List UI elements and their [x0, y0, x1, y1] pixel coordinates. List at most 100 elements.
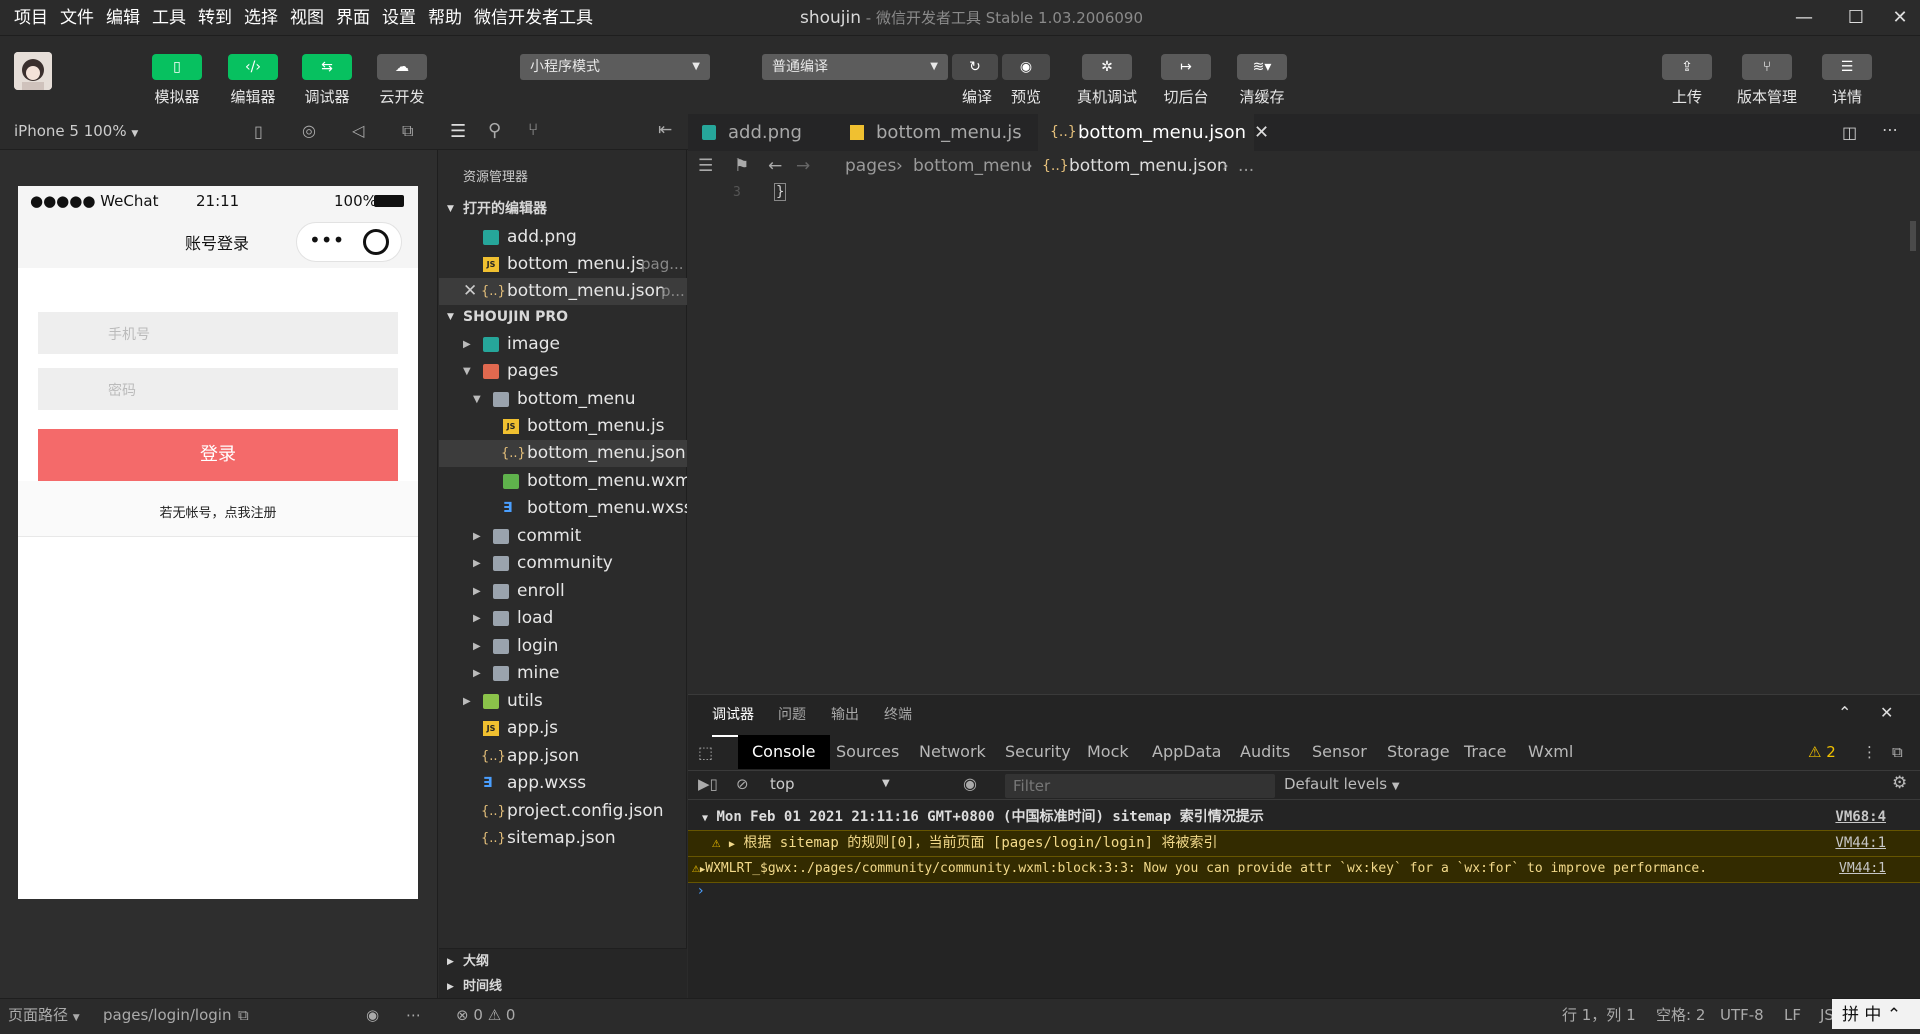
menu-view[interactable]: 视图: [284, 0, 330, 36]
console-warning-row[interactable]: ⚠▶WXMLRT_$gwx:./pages/community/communit…: [688, 856, 1920, 883]
more-vertical-icon[interactable]: ⋮: [1862, 743, 1877, 761]
split-editor-icon[interactable]: ◫: [1842, 123, 1857, 142]
tab-network[interactable]: Network: [905, 735, 1000, 769]
tab-appdata[interactable]: AppData: [1138, 735, 1235, 769]
search-icon[interactable]: ⚲: [488, 120, 501, 141]
capsule-menu[interactable]: •••: [296, 222, 402, 262]
folder-image[interactable]: ▶ image: [439, 331, 687, 358]
eye-icon[interactable]: ◉: [963, 774, 977, 793]
eye-icon[interactable]: ◉: [366, 999, 379, 1031]
close-icon[interactable]: ✕: [463, 278, 477, 305]
tab-output[interactable]: 输出: [831, 695, 859, 735]
version-button[interactable]: ⑂: [1742, 54, 1792, 80]
menu-wechat-devtools[interactable]: 微信开发者工具: [468, 0, 599, 36]
folder-login[interactable]: ▶ login: [439, 633, 687, 660]
tab-terminal[interactable]: 终端: [884, 695, 912, 735]
breadcrumb-item[interactable]: ...: [1238, 151, 1254, 181]
log-source-link[interactable]: VM44:1: [1839, 857, 1886, 881]
minimize-button[interactable]: —: [1782, 0, 1826, 36]
error-count[interactable]: ⊗ 0 ⚠ 0: [456, 999, 515, 1031]
tab-console[interactable]: Console: [738, 735, 830, 769]
debugger-button[interactable]: ⇆: [302, 54, 352, 80]
undock-icon[interactable]: ⧉: [1892, 743, 1903, 761]
copy-icon[interactable]: ⧉: [238, 999, 249, 1031]
folder-load[interactable]: ▶ load: [439, 605, 687, 632]
more-actions-icon[interactable]: ⋯: [406, 999, 421, 1031]
file-bottom-menu-wxml[interactable]: bottom_menu.wxml: [439, 468, 687, 495]
upload-button[interactable]: ⇪: [1662, 54, 1712, 80]
compile-select[interactable]: 普通编译 ▼: [762, 54, 948, 80]
collapse-sidebar-icon[interactable]: ⇤: [658, 120, 672, 140]
simulator-button[interactable]: ▯: [152, 54, 202, 80]
menu-goto[interactable]: 转到: [192, 0, 238, 36]
folder-commit[interactable]: ▶ commit: [439, 523, 687, 550]
encoding[interactable]: UTF-8: [1720, 999, 1764, 1031]
tab-security[interactable]: Security: [991, 735, 1085, 769]
file-app-js[interactable]: JS app.js: [439, 715, 687, 742]
more-actions-icon[interactable]: ⋯: [1882, 120, 1898, 139]
file-sitemap[interactable]: {..} sitemap.json: [439, 825, 687, 852]
filter-input[interactable]: Filter: [1005, 774, 1275, 798]
open-file-add-png[interactable]: add.png: [439, 224, 687, 251]
list-icon[interactable]: ☰: [698, 151, 713, 181]
folder-community[interactable]: ▶ community: [439, 550, 687, 577]
menu-edit[interactable]: 编辑: [100, 0, 146, 36]
phone-input[interactable]: 手机号: [38, 312, 398, 354]
volume-icon[interactable]: ◁: [352, 121, 364, 140]
clear-cache-button[interactable]: ≋▾: [1237, 54, 1287, 80]
file-app-wxss[interactable]: ∃ app.wxss: [439, 770, 687, 797]
file-bottom-menu-json[interactable]: {..} bottom_menu.json: [439, 440, 687, 467]
open-file-bottom-menu-js[interactable]: JS bottom_menu.js pag...: [439, 251, 687, 278]
breadcrumb-item[interactable]: bottom_menu: [913, 151, 1032, 181]
breadcrumb-item[interactable]: pages: [845, 151, 896, 181]
more-dots-icon[interactable]: •••: [309, 228, 344, 252]
file-bottom-menu-wxss[interactable]: ∃ bottom_menu.wxss: [439, 495, 687, 522]
ime-indicator[interactable]: 拼 中 ⌃: [1832, 999, 1920, 1029]
window-icon[interactable]: ⧉: [402, 121, 413, 141]
mode-select[interactable]: 小程序模式 ▼: [520, 54, 710, 80]
compile-button[interactable]: ↻: [952, 54, 998, 80]
console-prompt[interactable]: ›: [698, 883, 704, 899]
indent-spaces[interactable]: 空格: 2: [1656, 999, 1705, 1031]
menu-file[interactable]: 文件: [54, 0, 100, 36]
page-path-select[interactable]: 页面路径 ▼: [8, 999, 80, 1034]
close-window-button[interactable]: ✕: [1878, 0, 1920, 36]
menu-interface[interactable]: 界面: [330, 0, 376, 36]
console-warning-row[interactable]: ⚠ ▶ 根据 sitemap 的规则[0]，当前页面 [pages/login/…: [688, 830, 1920, 858]
stop-icon[interactable]: ◎: [302, 121, 316, 140]
open-editors-header[interactable]: ▼ 打开的编辑器: [439, 196, 687, 222]
tab-debugger[interactable]: 调试器: [712, 695, 754, 737]
tab-add-png[interactable]: add.png: [688, 114, 836, 151]
preview-button[interactable]: ◉: [1002, 54, 1050, 80]
folder-pages[interactable]: ▼ pages: [439, 358, 687, 385]
console-log-row[interactable]: ▼ Mon Feb 01 2021 21:11:16 GMT+0800 (中国标…: [688, 805, 1920, 831]
folder-enroll[interactable]: ▶ enroll: [439, 578, 687, 605]
line-ending[interactable]: LF: [1784, 999, 1801, 1031]
file-project-config[interactable]: {..} project.config.json: [439, 798, 687, 825]
levels-select[interactable]: Default levels ▼: [1284, 775, 1400, 793]
tab-bottom-menu-js[interactable]: bottom_menu.js: [836, 114, 1022, 151]
device-select[interactable]: iPhone 5 100% ▼: [14, 122, 138, 140]
menu-help[interactable]: 帮助: [422, 0, 468, 36]
menu-select[interactable]: 选择: [238, 0, 284, 36]
details-button[interactable]: ☰: [1822, 54, 1872, 80]
chevron-up-icon[interactable]: ⌃: [1838, 703, 1851, 722]
file-app-json[interactable]: {..} app.json: [439, 743, 687, 770]
close-capsule-icon[interactable]: [363, 229, 389, 255]
login-button[interactable]: 登录: [38, 429, 398, 481]
tab-mock[interactable]: Mock: [1073, 735, 1143, 769]
timeline-header[interactable]: ▶ 时间线: [439, 974, 687, 1000]
tab-audits[interactable]: Audits: [1226, 735, 1304, 769]
code-editor[interactable]: 3 }: [688, 181, 1920, 694]
file-bottom-menu-js[interactable]: JS bottom_menu.js: [439, 413, 687, 440]
settings-gear-icon[interactable]: ⚙: [1892, 773, 1907, 793]
project-header[interactable]: ▼ SHOUJIN PRO: [439, 304, 687, 330]
close-tab-icon[interactable]: ✕: [1254, 122, 1269, 143]
backend-button[interactable]: ↦: [1161, 54, 1211, 80]
real-debug-button[interactable]: ✲: [1082, 54, 1132, 80]
back-arrow-icon[interactable]: ←: [768, 151, 782, 181]
tab-sources[interactable]: Sources: [822, 735, 913, 769]
log-source-link[interactable]: VM44:1: [1835, 831, 1886, 855]
phone-icon[interactable]: ▯: [254, 122, 263, 141]
warning-count[interactable]: ⚠ 2: [1808, 743, 1836, 761]
